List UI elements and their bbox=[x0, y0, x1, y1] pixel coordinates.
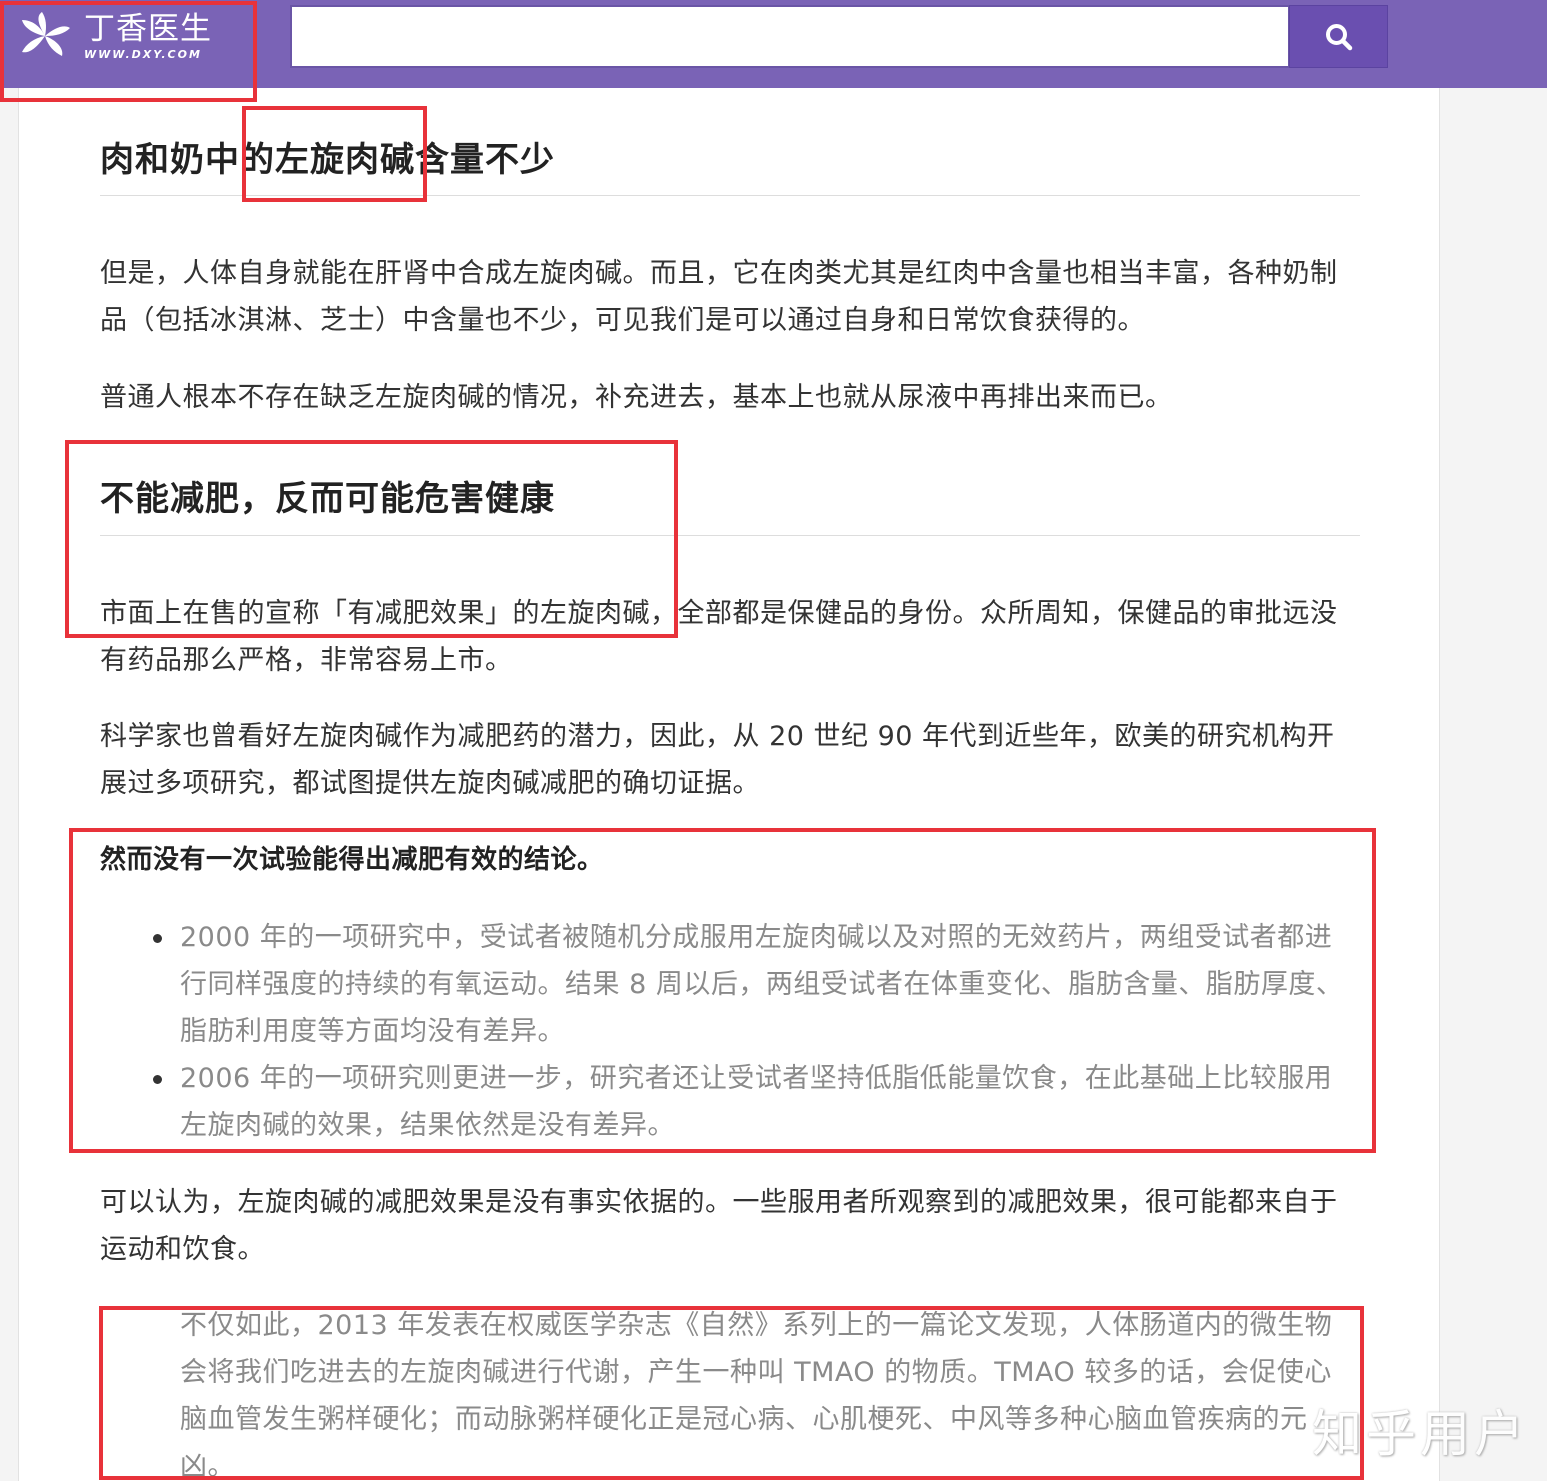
clove-flower-icon bbox=[22, 12, 70, 56]
watermark: 知乎用户 bbox=[1312, 1405, 1528, 1463]
paragraph-synthesis: 但是，人体自身就能在肝肾中合成左旋肉碱。而且，它在肉类尤其是红肉中含量也相当丰富… bbox=[100, 258, 1338, 336]
list-item: 2000 年的一项研究中，受试者被随机分成服用左旋肉碱以及对照的无效药片，两组受… bbox=[153, 914, 1355, 1055]
search-input[interactable] bbox=[290, 5, 1290, 68]
list-item: 不仅如此，2013 年发表在权威医学杂志《自然》系列上的一篇论文发现，人体肠道内… bbox=[180, 1302, 1355, 1478]
study-list: 2000 年的一项研究中，受试者被随机分成服用左旋肉碱以及对照的无效药片，两组受… bbox=[153, 914, 1355, 1149]
logo-url: WWW.DXY.COM bbox=[84, 47, 202, 61]
logo-title: 丁香医生 bbox=[84, 10, 212, 47]
paragraph-research: 科学家也曾看好左旋肉碱作为减肥药的潜力，因此，从 20 世纪 90 年代到近些年… bbox=[100, 721, 1335, 799]
top-bar: 丁香医生 WWW.DXY.COM bbox=[0, 0, 1547, 88]
paragraph-supplement-status: 市面上在售的宣称「有减肥效果」的左旋肉碱，全部都是保健品的身份。众所周知，保健品… bbox=[100, 598, 1338, 676]
heading-health-risk: 不能减肥，反而可能危害健康 bbox=[100, 479, 555, 519]
heading-meat-milk: 肉和奶中的左旋肉碱含量不少 bbox=[100, 140, 555, 180]
list-item: 2006 年的一项研究则更进一步，研究者还让受试者坚持低脂低能量饮食，在此基础上… bbox=[153, 1055, 1355, 1149]
paragraph-no-evidence: 可以认为，左旋肉碱的减肥效果是没有事实依据的。一些服用者所观察到的减肥效果，很可… bbox=[100, 1187, 1338, 1265]
divider bbox=[100, 535, 1360, 536]
paragraph-conclusion: 然而没有一次试验能得出减肥有效的结论。 bbox=[100, 845, 604, 875]
search-button[interactable] bbox=[1289, 5, 1388, 68]
risk-list: 不仅如此，2013 年发表在权威医学杂志《自然》系列上的一篇论文发现，人体肠道内… bbox=[180, 1302, 1355, 1478]
divider bbox=[100, 195, 1360, 196]
search-icon bbox=[1325, 23, 1352, 50]
paragraph-no-deficiency: 普通人根本不存在缺乏左旋肉碱的情况，补充进去，基本上也就从尿液中再排出来而已。 bbox=[100, 382, 1173, 413]
logo[interactable]: 丁香医生 WWW.DXY.COM bbox=[14, 8, 244, 64]
logo-text: 丁香医生 WWW.DXY.COM bbox=[84, 12, 212, 61]
